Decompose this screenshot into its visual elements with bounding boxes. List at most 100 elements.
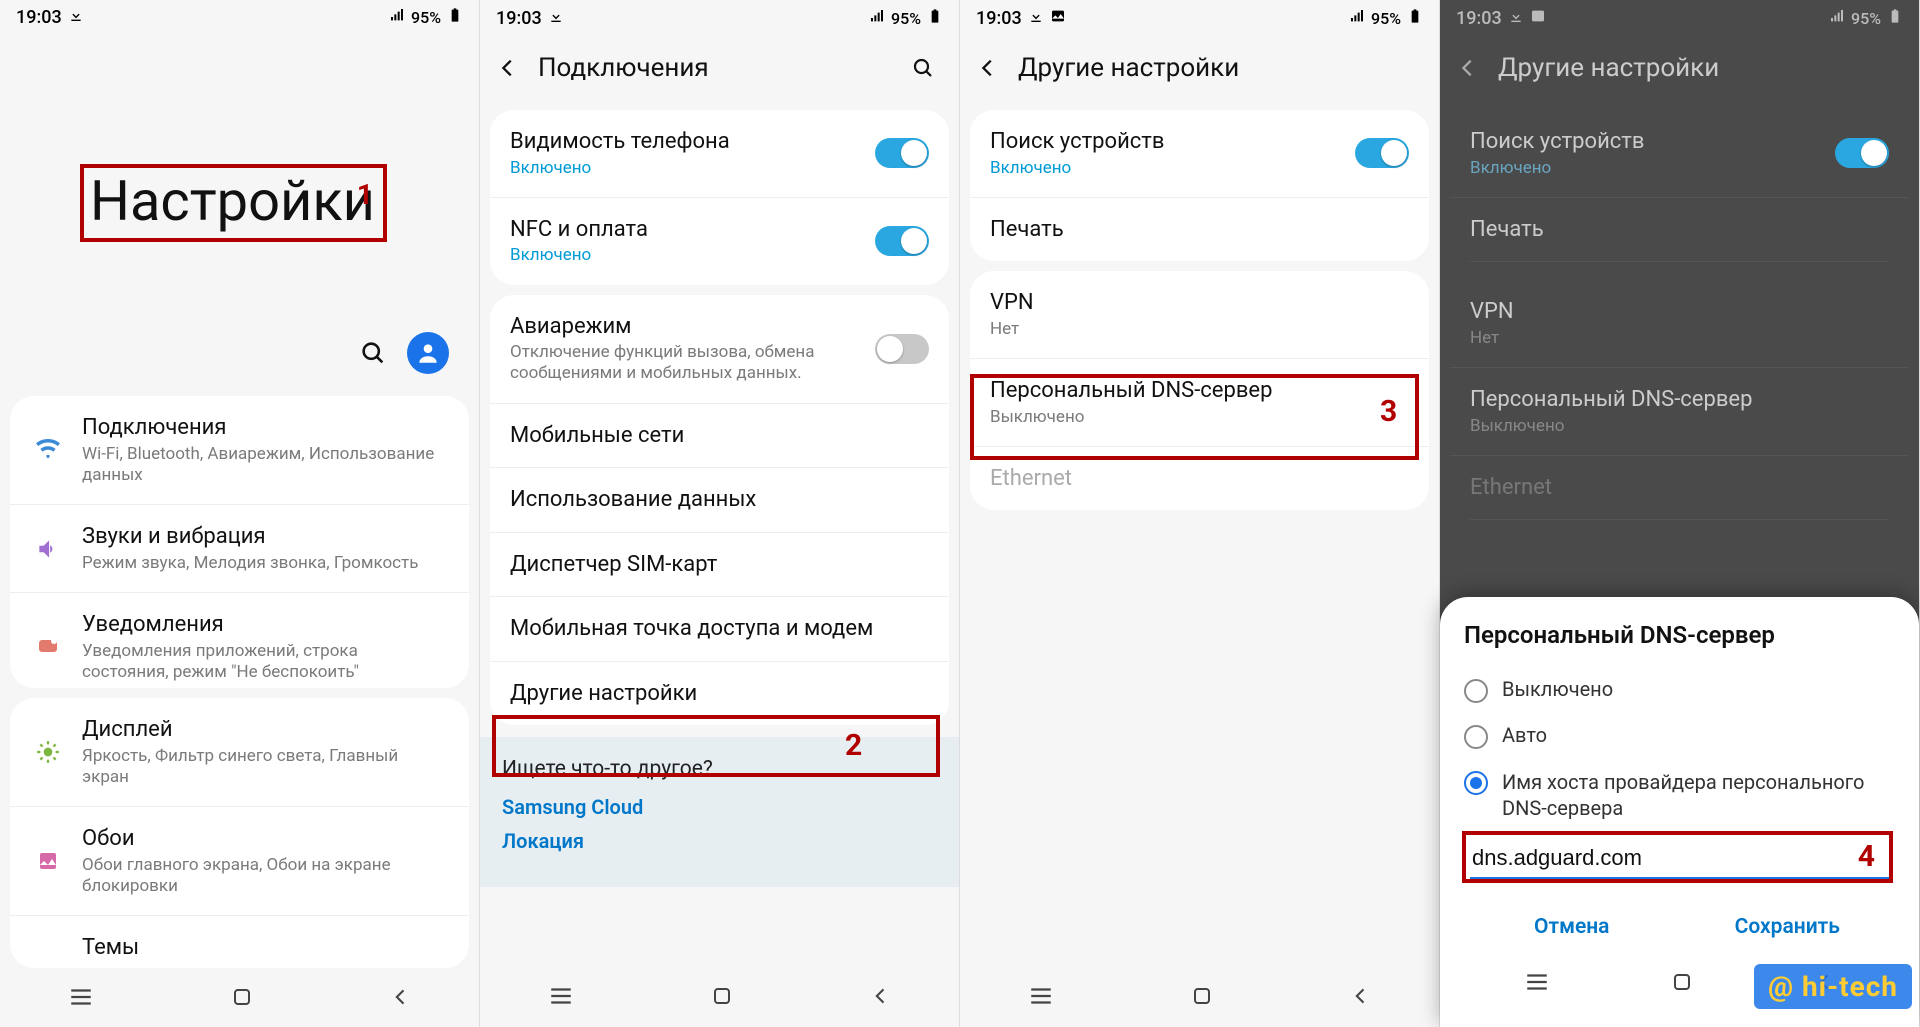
item-nearby-devices: Поиск устройствВключено [1450, 110, 1909, 198]
item-nearby-devices[interactable]: Поиск устройствВключено [970, 110, 1429, 198]
page-title: Настройки [90, 168, 375, 234]
highlight-marker-1: 1 [357, 178, 373, 211]
toggle-nfc[interactable] [875, 226, 929, 256]
nav-back-icon[interactable] [871, 986, 891, 1006]
sound-icon [35, 536, 61, 562]
item-more-settings[interactable]: Другие настройки [490, 662, 949, 726]
toggle-phone-visibility[interactable] [875, 138, 929, 168]
nav-home-icon[interactable] [230, 985, 254, 1009]
highlight-marker-2: 2 [845, 728, 862, 763]
item-vpn: VPNНет [1450, 280, 1909, 368]
item-mobile-networks[interactable]: Мобильные сети [490, 404, 949, 469]
notification-icon [36, 635, 60, 659]
download-icon [548, 8, 564, 29]
battery-icon [1887, 8, 1903, 28]
image-icon [1530, 8, 1546, 29]
battery-icon [1407, 8, 1423, 28]
radio-off[interactable]: Выключено [1464, 667, 1895, 713]
battery-pct: 95% [411, 8, 441, 27]
item-sub: Wi-Fi, Bluetooth, Авиарежим, Использован… [82, 444, 447, 487]
dns-hostname-input[interactable] [1470, 839, 1889, 879]
nav-home-icon[interactable] [1670, 970, 1694, 994]
download-icon [68, 7, 84, 28]
item-hotspot[interactable]: Мобильная точка доступа и модем [490, 597, 949, 662]
signal-icon [1349, 8, 1365, 28]
nav-recent-icon[interactable] [1028, 986, 1054, 1006]
item-sounds[interactable]: Звуки и вибрация Режим звука, Мелодия зв… [10, 505, 469, 593]
battery-icon [927, 8, 943, 28]
status-time: 19:03 [16, 7, 62, 28]
item-display[interactable]: Дисплей Яркость, Фильтр синего света, Гл… [10, 698, 469, 807]
back-button [1450, 50, 1486, 86]
page-title: Другие настройки [1018, 53, 1239, 83]
highlight-marker-4: 4 [1858, 839, 1875, 874]
item-vpn[interactable]: VPNНет [970, 271, 1429, 359]
dialog-save-button[interactable]: Сохранить [1680, 903, 1896, 951]
battery-icon [447, 7, 463, 27]
page-title: Подключения [538, 53, 709, 83]
nav-bar [960, 965, 1439, 1027]
item-data-usage[interactable]: Использование данных [490, 468, 949, 533]
dialog-cancel-button[interactable]: Отмена [1464, 903, 1680, 951]
back-button[interactable] [490, 50, 526, 86]
status-bar: 19:03 95% [480, 0, 959, 36]
settings-card-2: Дисплей Яркость, Фильтр синего света, Гл… [10, 698, 469, 967]
screen-connections: 19:03 95% Подключения Видимость телефона… [480, 0, 960, 1027]
item-sim-manager[interactable]: Диспетчер SIM-карт [490, 533, 949, 598]
signal-icon [1829, 8, 1845, 28]
search-button[interactable] [355, 335, 391, 371]
suggest-block: Ищете что-то другое? Samsung Cloud Локац… [480, 737, 959, 887]
nav-home-icon[interactable] [1190, 984, 1214, 1008]
settings-card-1: Подключения Wi-Fi, Bluetooth, Авиарежим,… [10, 396, 469, 688]
toggle-nearby-devices [1835, 138, 1889, 168]
item-private-dns[interactable]: Персональный DNS-серверВыключено [970, 359, 1429, 447]
item-label: Подключения [82, 414, 447, 442]
page-title-wrap: Настройки 1 [0, 34, 479, 242]
radio-hostname[interactable]: Имя хоста провайдера персонального DNS-с… [1464, 759, 1895, 831]
item-phone-visibility[interactable]: Видимость телефонаВключено [490, 110, 949, 198]
dns-dialog: Персональный DNS-сервер Выключено Авто И… [1440, 597, 1919, 1027]
link-samsung-cloud[interactable]: Samsung Cloud [502, 795, 937, 819]
back-button[interactable] [970, 50, 1006, 86]
item-wallpaper[interactable]: Обои Обои главного экрана, Обои на экран… [10, 807, 469, 916]
download-icon [1508, 8, 1524, 29]
nav-back-icon[interactable] [391, 987, 411, 1007]
signal-icon [869, 8, 885, 28]
toggle-nearby-devices[interactable] [1355, 138, 1409, 168]
status-bar: 19:03 95% [1440, 0, 1919, 36]
radio-auto[interactable]: Авто [1464, 713, 1895, 759]
profile-avatar[interactable] [407, 332, 449, 374]
status-bar: 19:03 95% [960, 0, 1439, 36]
nav-bar [480, 965, 959, 1027]
item-notifications[interactable]: Уведомления Уведомления приложений, стро… [10, 593, 469, 688]
item-printing: Печать [1450, 198, 1909, 263]
nav-back-icon[interactable] [1351, 986, 1371, 1006]
item-airplane[interactable]: АвиарежимОтключение функций вызова, обме… [490, 295, 949, 404]
item-ethernet: Ethernet [970, 447, 1429, 511]
status-bar: 19:03 95% [0, 0, 479, 34]
search-button[interactable] [905, 50, 941, 86]
nav-bar [0, 968, 479, 1027]
item-private-dns: Персональный DNS-серверВыключено [1450, 368, 1909, 456]
wifi-icon [35, 437, 61, 463]
image-icon [1050, 8, 1066, 29]
screen-settings-main: 19:03 95% Настройки 1 Подклю [0, 0, 480, 1027]
item-printing[interactable]: Печать [970, 198, 1429, 262]
dialog-title: Персональный DNS-сервер [1464, 621, 1895, 649]
download-icon [1028, 8, 1044, 29]
item-nfc[interactable]: NFC и оплатаВключено [490, 198, 949, 285]
brightness-icon [35, 739, 61, 765]
item-themes[interactable]: Темы [10, 916, 469, 967]
toggle-airplane[interactable] [875, 334, 929, 364]
nav-recent-icon[interactable] [68, 987, 94, 1007]
signal-icon [389, 7, 405, 27]
page-title: Другие настройки [1498, 53, 1719, 83]
link-location[interactable]: Локация [502, 829, 937, 853]
nav-recent-icon[interactable] [1524, 972, 1550, 992]
watermark-badge: @ hi-tech [1754, 964, 1912, 1009]
nav-recent-icon[interactable] [548, 986, 574, 1006]
item-connections[interactable]: Подключения Wi-Fi, Bluetooth, Авиарежим,… [10, 396, 469, 505]
wallpaper-icon [36, 849, 60, 873]
highlight-marker-3: 3 [1380, 394, 1397, 429]
nav-home-icon[interactable] [710, 984, 734, 1008]
